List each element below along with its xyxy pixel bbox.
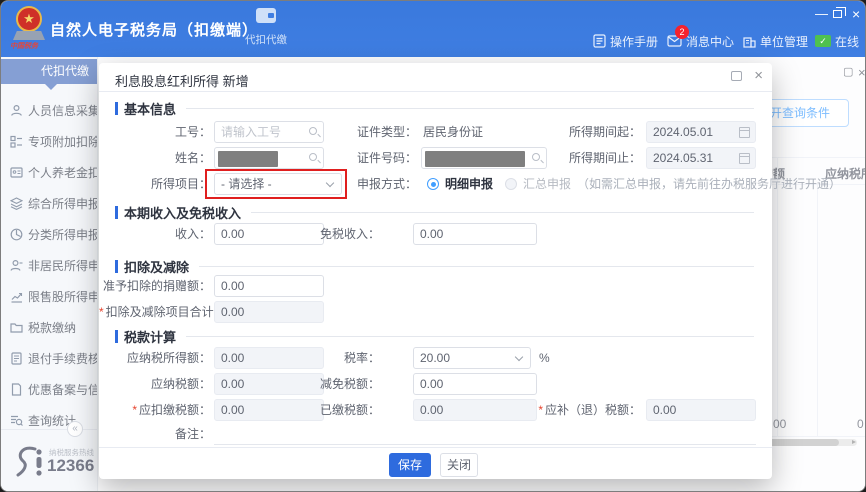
tax-due-refund-input[interactable]: 0.00 bbox=[646, 399, 756, 421]
app-title: 自然人电子税务局（扣缴端） bbox=[50, 22, 259, 39]
app-header: ★ 中国税务 自然人电子税务局（扣缴端） 代扣代缴 操作手册 2 消息中心 单位… bbox=[1, 1, 865, 57]
search-icon[interactable] bbox=[309, 153, 317, 161]
label-deductible-donation: 准予扣除的捐赠额： bbox=[102, 279, 211, 293]
tax-rate-unit: % bbox=[539, 351, 550, 365]
section-bar bbox=[115, 101, 118, 115]
menu-messages[interactable]: 2 消息中心 bbox=[667, 25, 735, 51]
brand-caption: 中国税务 bbox=[10, 43, 38, 50]
calendar-icon bbox=[739, 127, 750, 138]
topnav-withholding[interactable]: 代扣代缴 bbox=[233, 8, 299, 54]
label-period-start: 所得期间起： bbox=[568, 125, 641, 139]
section-deduction: 扣除及减除 bbox=[115, 259, 754, 275]
tax-reduction-input[interactable]: 0.00 bbox=[413, 373, 537, 395]
building-icon bbox=[743, 36, 756, 48]
period-end-input[interactable]: 2024.05.31 bbox=[646, 147, 756, 169]
taxfree-income-input[interactable]: 0.00 bbox=[413, 223, 537, 245]
close-button[interactable]: 关闭 bbox=[440, 453, 478, 477]
label-income: 收入： bbox=[174, 227, 211, 241]
cert-no-input[interactable] bbox=[421, 147, 547, 169]
online-status-icon: ✓ bbox=[815, 35, 831, 47]
window-minimize-button[interactable]: — bbox=[815, 6, 828, 21]
messages-badge: 2 bbox=[675, 25, 689, 39]
menu-messages-label: 消息中心 bbox=[686, 34, 735, 49]
save-button[interactable]: 保存 bbox=[389, 453, 431, 477]
dialog-maximize-icon[interactable] bbox=[731, 71, 742, 81]
label-deduction-total: * 扣除及减除项目合计： bbox=[99, 305, 226, 319]
menu-org[interactable]: 单位管理 bbox=[743, 31, 808, 51]
deductible-donation-input[interactable]: 0.00 bbox=[214, 275, 324, 297]
menu-manual-label: 操作手册 bbox=[610, 34, 659, 49]
label-cert-no: 证件号码： bbox=[356, 151, 417, 165]
dialog-close-icon[interactable]: × bbox=[754, 67, 763, 84]
search-icon[interactable] bbox=[309, 127, 317, 135]
cert-type-value: 居民身份证 bbox=[423, 125, 484, 139]
section-basic-info: 基本信息 bbox=[115, 101, 754, 117]
dialog-footer-divider bbox=[99, 447, 772, 448]
label-withholding-tax: * 应扣缴税额： bbox=[132, 403, 211, 417]
national-emblem-icon: ★ bbox=[16, 6, 42, 32]
label-tax-payable: 应纳税额： bbox=[150, 377, 211, 391]
wallet-icon bbox=[256, 8, 276, 23]
label-tax-due-refund: * 应补（退）税额： bbox=[538, 403, 641, 417]
search-icon[interactable] bbox=[532, 153, 540, 161]
redacted-name bbox=[218, 151, 278, 167]
label-tax-rate: 税率： bbox=[343, 351, 380, 365]
name-input[interactable] bbox=[214, 147, 324, 169]
app-window: ★ 中国税务 自然人电子税务局（扣缴端） 代扣代缴 操作手册 2 消息中心 单位… bbox=[0, 0, 866, 492]
label-employee-no: 工号： bbox=[174, 125, 211, 139]
label-income-item: 所得项目： bbox=[150, 177, 211, 191]
declare-note: （如需汇总申报，请先前往办税服务厅进行开通） bbox=[577, 177, 842, 191]
period-start-input[interactable]: 2024.05.01 bbox=[646, 121, 756, 143]
section-tax-calc: 税款计算 bbox=[115, 329, 754, 345]
redacted-cert-no bbox=[425, 151, 525, 167]
dividend-income-add-dialog: 利息股息红利所得 新增 × 基本信息 工号： 请输入工号 证件类型： 居民身份证… bbox=[99, 63, 841, 479]
section-income: 本期收入及免税收入 bbox=[115, 205, 754, 221]
radio-detail-label[interactable]: 明细申报 bbox=[445, 173, 493, 195]
calendar-icon bbox=[739, 153, 750, 164]
document-icon bbox=[593, 34, 606, 48]
tax-paid-input[interactable]: 0.00 bbox=[413, 399, 537, 421]
label-name: 姓名： bbox=[174, 151, 211, 165]
radio-summary-label[interactable]: 汇总申报 bbox=[523, 173, 571, 195]
radio-detail-declare[interactable] bbox=[427, 178, 439, 190]
dialog-header-divider bbox=[99, 91, 772, 92]
emblem-base bbox=[13, 31, 45, 40]
window-close-button[interactable]: × bbox=[852, 6, 860, 22]
label-period-end: 所得期间止： bbox=[568, 151, 641, 165]
menu-org-label: 单位管理 bbox=[760, 34, 809, 49]
employee-no-input[interactable]: 请输入工号 bbox=[214, 121, 324, 143]
menu-manual[interactable]: 操作手册 bbox=[593, 31, 658, 51]
label-declare-mode: 申报方式： bbox=[356, 177, 417, 191]
label-tax-reduction: 减免税额： bbox=[319, 377, 380, 391]
label-tax-paid: 已缴税额： bbox=[319, 403, 380, 417]
topnav-withholding-label: 代扣代缴 bbox=[245, 34, 287, 46]
envelope-icon-wrap: 2 bbox=[667, 25, 689, 47]
window-restore-button[interactable] bbox=[833, 7, 846, 18]
label-taxfree-income: 免税收入： bbox=[319, 227, 380, 241]
chevron-down-icon bbox=[514, 352, 524, 362]
tax-bureau-logo: ★ 中国税务 bbox=[10, 5, 48, 53]
label-taxable-income: 应纳税所得额： bbox=[126, 351, 211, 365]
menu-online[interactable]: ✓ 在线 bbox=[815, 31, 859, 51]
label-cert-type: 证件类型： bbox=[356, 125, 417, 139]
remark-input[interactable] bbox=[214, 423, 756, 445]
tax-rate-select[interactable]: 20.00 bbox=[413, 347, 531, 369]
deduction-total-input[interactable]: 0.00 bbox=[214, 301, 324, 323]
dialog-title: 利息股息红利所得 新增 bbox=[115, 74, 249, 89]
radio-summary-declare[interactable] bbox=[505, 178, 517, 190]
menu-online-label: 在线 bbox=[835, 34, 860, 49]
label-remark: 备注： bbox=[174, 427, 211, 441]
